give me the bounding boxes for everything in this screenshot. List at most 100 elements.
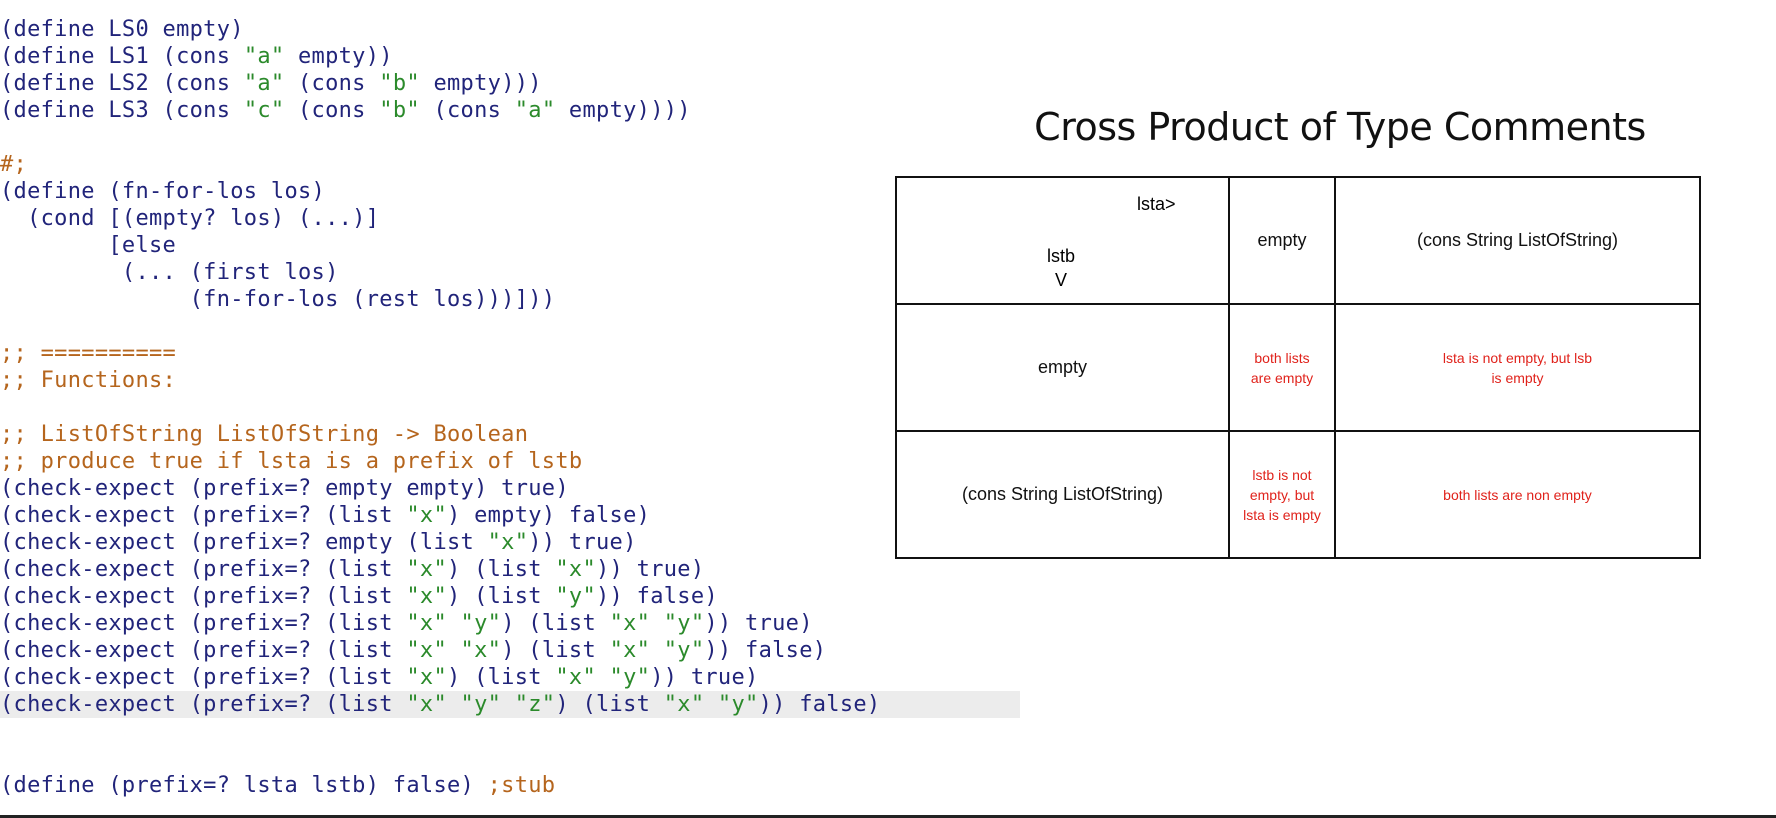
- code-line[interactable]: ;; produce true if lsta is a prefix of l…: [0, 448, 1020, 475]
- code-token: empty))): [419, 71, 542, 96]
- code-token: (cons: [419, 98, 515, 123]
- table-row: empty both lists are empty lsta is not e…: [895, 303, 1701, 432]
- slide-title: Cross Product of Type Comments: [1034, 105, 1646, 149]
- code-token: empty)))): [555, 98, 691, 123]
- code-token: )) false): [758, 692, 881, 717]
- col-header-cons: (cons String ListOfString): [1334, 176, 1701, 305]
- code-line[interactable]: [0, 394, 1020, 421]
- code-token: "x" "x": [406, 638, 502, 663]
- code-token: ) (list: [447, 584, 556, 609]
- code-line[interactable]: (check-expect (prefix=? (list "x") (list…: [0, 664, 1020, 691]
- code-token: "x" "y": [663, 692, 759, 717]
- code-token: "a": [243, 44, 285, 69]
- code-line[interactable]: [else: [0, 232, 1020, 259]
- code-line[interactable]: [0, 718, 1020, 745]
- code-token: ) (list: [555, 692, 664, 717]
- code-token: (define LS1 (cons: [0, 44, 244, 69]
- code-token: ;; produce true if lsta is a prefix of l…: [0, 449, 583, 474]
- code-token: "x" "y": [609, 611, 705, 636]
- code-token: )) true): [596, 557, 705, 582]
- code-line[interactable]: (check-expect (prefix=? (list "x") (list…: [0, 556, 1020, 583]
- code-line[interactable]: (define LS1 (cons "a" empty)): [0, 43, 1020, 70]
- code-line[interactable]: (... (first los): [0, 259, 1020, 286]
- code-token: (fn-for-los (rest los)))])): [0, 287, 556, 312]
- code-line[interactable]: (check-expect (prefix=? (list "x") (list…: [0, 583, 1020, 610]
- code-token: "y": [555, 584, 597, 609]
- code-token: (cons: [284, 98, 380, 123]
- code-token: "x": [406, 503, 447, 528]
- code-line[interactable]: #;: [0, 151, 1020, 178]
- code-token: )) true): [704, 611, 813, 636]
- cell-empty-cons: lstb is not empty, but lsta is empty: [1228, 430, 1336, 559]
- code-line[interactable]: [0, 313, 1020, 340]
- code-token: )) false): [704, 638, 827, 663]
- code-token: "x" "y": [555, 665, 651, 690]
- code-token: (check-expect (prefix=? (list: [0, 665, 407, 690]
- code-line[interactable]: (check-expect (prefix=? (list "x") empty…: [0, 502, 1020, 529]
- code-token: (define LS2 (cons: [0, 71, 244, 96]
- code-token: empty)): [284, 44, 393, 69]
- code-token: "x": [406, 665, 447, 690]
- code-token: ) (list: [501, 611, 610, 636]
- code-token: ) (list: [501, 638, 610, 663]
- cell-cons-empty: lsta is not empty, but lsb is empty: [1334, 303, 1701, 432]
- code-token: (check-expect (prefix=? (list: [0, 503, 407, 528]
- col-header-empty: empty: [1228, 176, 1336, 305]
- code-token: "x" "y": [406, 611, 502, 636]
- code-token: #;: [0, 152, 28, 177]
- code-token: ) (list: [447, 665, 556, 690]
- code-line[interactable]: (check-expect (prefix=? (list "x" "y") (…: [0, 610, 1020, 637]
- code-line[interactable]: [0, 745, 1020, 772]
- row-header-empty: empty: [895, 303, 1230, 432]
- code-token: (define LS0 empty): [0, 17, 244, 42]
- code-token: (cond [(empty? los) (...)]: [0, 206, 380, 231]
- corner-lstb-label: lstb V: [1047, 244, 1075, 292]
- code-token: (check-expect (prefix=? (list: [0, 638, 407, 663]
- code-line[interactable]: (define LS3 (cons "c" (cons "b" (cons "a…: [0, 97, 1020, 124]
- code-token: (check-expect (prefix=? (list: [0, 611, 407, 636]
- code-token: )) false): [596, 584, 718, 609]
- cell-empty-empty: both lists are empty: [1228, 303, 1336, 432]
- code-line[interactable]: (define LS2 (cons "a" (cons "b" empty))): [0, 70, 1020, 97]
- code-token: "x" "y" "z": [406, 692, 556, 717]
- code-line[interactable]: (check-expect (prefix=? empty empty) tru…: [0, 475, 1020, 502]
- code-line[interactable]: (define (prefix=? lsta lstb) false) ;stu…: [0, 772, 1020, 799]
- code-token: ;; ==========: [0, 341, 177, 366]
- code-line[interactable]: ;; ==========: [0, 340, 1020, 367]
- corner-lsta-label: lsta>: [1137, 194, 1176, 214]
- code-token: (check-expect (prefix=? empty empty) tru…: [0, 476, 569, 501]
- lstb-label: lstb: [1047, 246, 1076, 266]
- code-token: ;; Functions:: [0, 368, 177, 393]
- corner-cell: lsta> lstb V: [895, 176, 1230, 305]
- code-token: "b": [379, 98, 420, 123]
- code-line[interactable]: (check-expect (prefix=? (list "x" "y" "z…: [0, 691, 1020, 718]
- code-line[interactable]: (fn-for-los (rest los)))])): [0, 286, 1020, 313]
- code-token: "x" "y": [609, 638, 705, 663]
- code-token: (... (first los): [0, 260, 339, 285]
- code-token: )) true): [528, 530, 637, 555]
- code-token: (check-expect (prefix=? empty (list: [0, 530, 488, 555]
- table-row: (cons String ListOfString) lstb is not e…: [895, 430, 1701, 559]
- row-header-cons: (cons String ListOfString): [895, 430, 1230, 559]
- code-line[interactable]: (check-expect (prefix=? empty (list "x")…: [0, 529, 1020, 556]
- code-token: "a": [243, 71, 285, 96]
- code-line[interactable]: (check-expect (prefix=? (list "x" "x") (…: [0, 637, 1020, 664]
- code-token: "b": [379, 71, 420, 96]
- code-line[interactable]: ;; ListOfString ListOfString -> Boolean: [0, 421, 1020, 448]
- code-line[interactable]: (define LS0 empty): [0, 16, 1020, 43]
- code-line[interactable]: [0, 124, 1020, 151]
- code-token: "x": [555, 557, 597, 582]
- code-token: ) (list: [447, 557, 556, 582]
- code-token: ) empty) false): [447, 503, 651, 528]
- cell-cons-cons: both lists are non empty: [1334, 430, 1701, 559]
- code-token: )) true): [650, 665, 759, 690]
- code-line[interactable]: (cond [(empty? los) (...)]: [0, 205, 1020, 232]
- code-token: ;; ListOfString ListOfString -> Boolean: [0, 422, 529, 447]
- code-line[interactable]: ;; Functions:: [0, 367, 1020, 394]
- code-editor[interactable]: (define LS0 empty) (define LS1 (cons "a" …: [0, 16, 1020, 799]
- code-line[interactable]: (define (fn-for-los los): [0, 178, 1020, 205]
- code-token: (check-expect (prefix=? (list: [0, 557, 407, 582]
- code-token: "x": [406, 557, 447, 582]
- code-token: (define (fn-for-los los): [0, 179, 326, 204]
- code-token: ;stub: [487, 773, 556, 798]
